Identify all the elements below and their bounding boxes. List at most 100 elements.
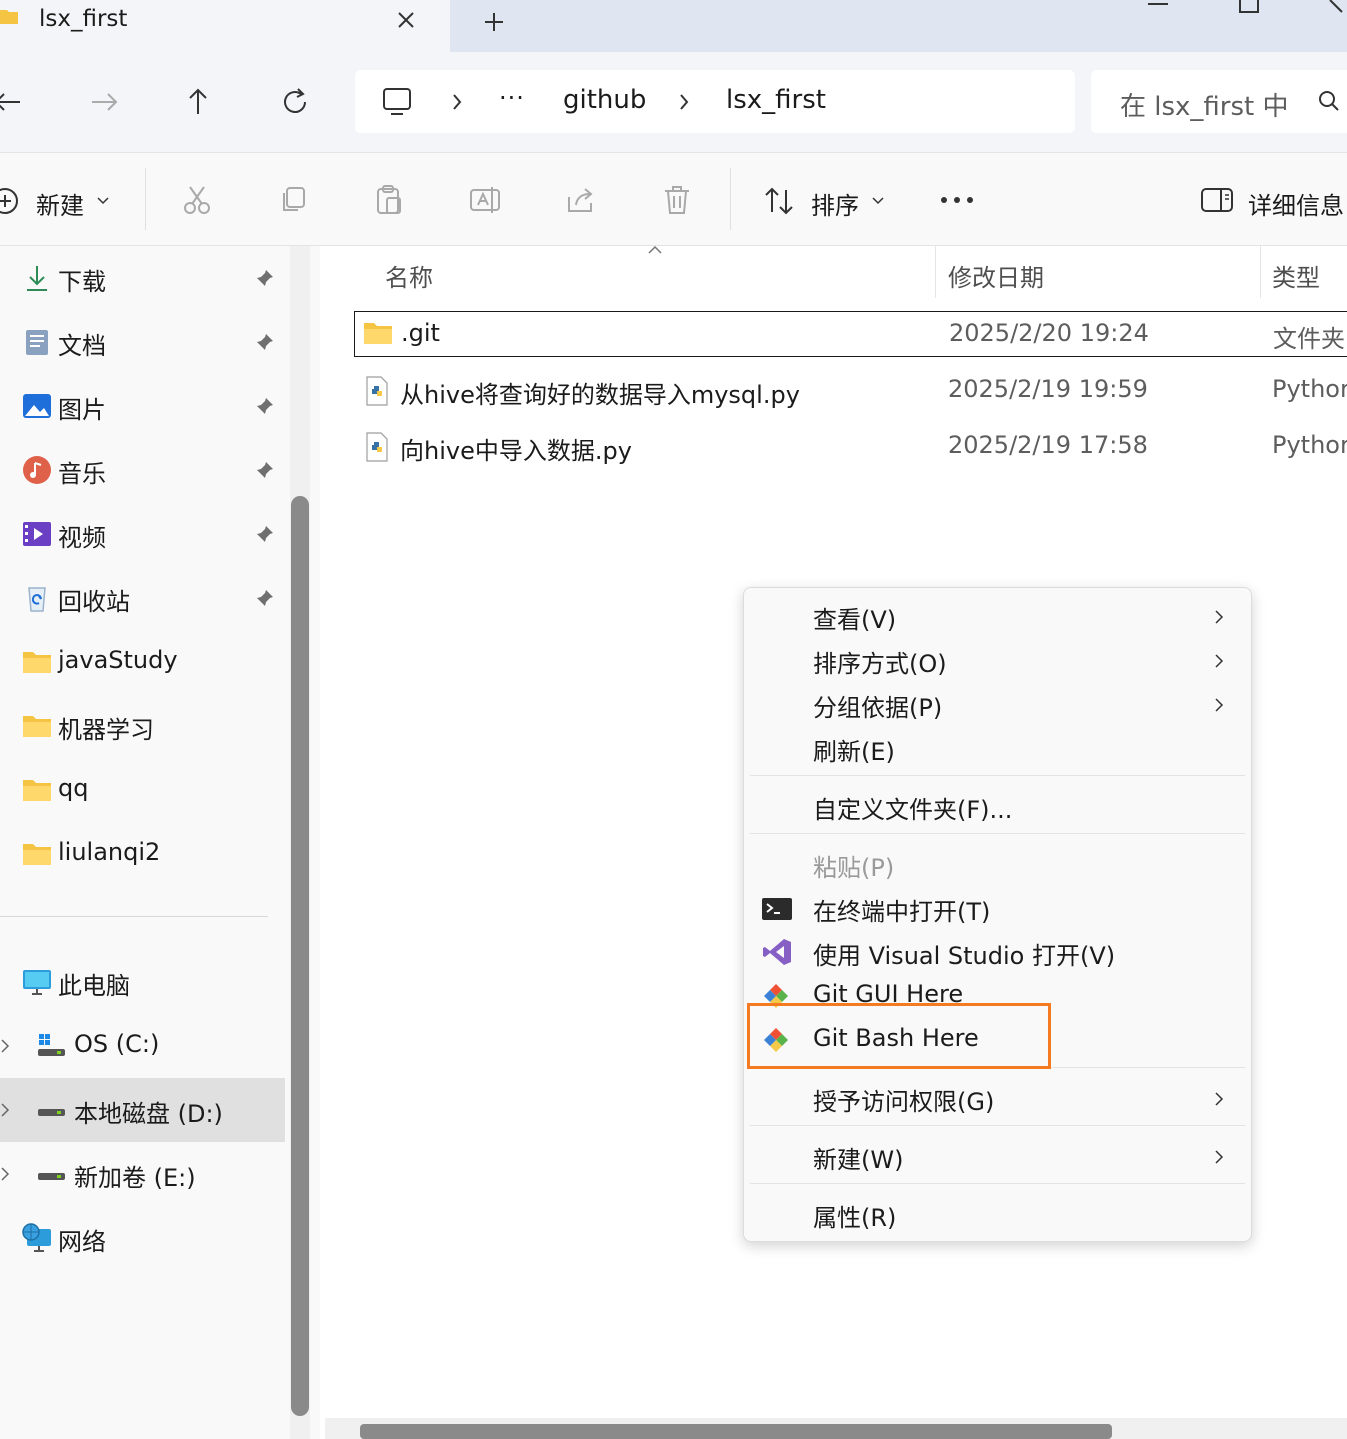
sidebar-item-liulanqi2[interactable]: liulanqi2 (0, 822, 285, 886)
sidebar-scrollbar-thumb[interactable] (291, 496, 309, 1416)
chevron-right-icon[interactable] (676, 92, 692, 112)
menu-item-label: 新建(W) (813, 1146, 904, 1174)
chevron-right-icon[interactable] (449, 92, 465, 112)
menu-item-label: 属性(R) (813, 1204, 897, 1232)
breadcrumb-github[interactable]: github (563, 85, 646, 115)
sidebar-item-label: 图片 (58, 396, 106, 424)
more-options-icon[interactable] (939, 192, 975, 208)
forward-arrow-icon[interactable] (86, 84, 122, 120)
menu-item-sort-by[interactable]: 排序方式(O) (744, 638, 1251, 682)
sidebar-item-qq[interactable]: qq (0, 758, 285, 822)
share-icon[interactable] (564, 183, 598, 217)
table-row[interactable]: 从hive将查询好的数据导入mysql.py 2025/2/19 19:59 P… (354, 368, 1347, 414)
breadcrumb-overflow[interactable]: ··· (499, 84, 525, 112)
sidebar-item-label: 文档 (58, 332, 106, 360)
sidebar-item-drive-e[interactable]: 新加卷 (E:) (0, 1142, 285, 1206)
sidebar-item-label: 网络 (58, 1228, 106, 1256)
pin-icon[interactable] (255, 268, 275, 288)
music-icon (22, 455, 52, 485)
menu-item-label: 刷新(E) (813, 738, 895, 766)
maximize-icon[interactable] (1238, 0, 1260, 14)
chevron-right-icon[interactable] (0, 1166, 12, 1182)
menu-item-open-terminal[interactable]: 在终端中打开(T) (744, 886, 1251, 930)
highlight-annotation (747, 1003, 1051, 1069)
up-arrow-icon[interactable] (180, 84, 216, 120)
pin-icon[interactable] (255, 460, 275, 480)
download-icon (22, 263, 52, 293)
details-button[interactable]: 详细信息 (1248, 186, 1344, 221)
sidebar-item-recycle-bin[interactable]: 回收站 (0, 566, 285, 630)
sort-button[interactable]: 排序 (811, 186, 859, 221)
menu-item-group-by[interactable]: 分组依据(P) (744, 682, 1251, 726)
folder-icon (22, 647, 52, 677)
drive-icon (36, 1095, 66, 1125)
chevron-right-icon[interactable] (0, 1038, 12, 1054)
python-file-icon (362, 432, 392, 462)
pin-icon[interactable] (255, 396, 275, 416)
sidebar-item-videos[interactable]: 视频 (0, 502, 285, 566)
menu-separator (750, 1183, 1245, 1184)
sidebar-item-network[interactable]: 网络 (0, 1206, 285, 1270)
sidebar-item-javastudy[interactable]: javaStudy (0, 630, 285, 694)
file-date: 2025/2/20 19:24 (949, 319, 1149, 347)
menu-item-label: 粘贴(P) (813, 854, 895, 882)
copy-icon[interactable] (276, 183, 310, 217)
monitor-icon[interactable] (380, 85, 414, 119)
menu-item-view[interactable]: 查看(V) (744, 594, 1251, 638)
menu-item-give-access[interactable]: 授予访问权限(G) (744, 1076, 1251, 1120)
minimize-icon[interactable] (1146, 0, 1170, 8)
menu-item-open-visual-studio[interactable]: 使用 Visual Studio 打开(V) (744, 930, 1251, 974)
pin-icon[interactable] (255, 524, 275, 544)
sidebar-item-downloads[interactable]: 下载 (0, 246, 285, 310)
menu-item-customize-folder[interactable]: 自定义文件夹(F)... (744, 784, 1251, 828)
plus-circle-icon[interactable] (0, 186, 20, 216)
menu-item-label: 排序方式(O) (813, 650, 947, 678)
sidebar-item-pictures[interactable]: 图片 (0, 374, 285, 438)
search-icon[interactable] (1316, 88, 1342, 114)
new-tab-icon[interactable] (482, 10, 506, 34)
rename-icon[interactable] (468, 183, 502, 217)
menu-item-refresh[interactable]: 刷新(E) (744, 726, 1251, 770)
pin-icon[interactable] (255, 332, 275, 352)
folder-icon (363, 318, 393, 348)
refresh-icon[interactable] (277, 84, 313, 120)
menu-item-properties[interactable]: 属性(R) (744, 1192, 1251, 1236)
column-header-type[interactable]: 类型 (1272, 258, 1320, 293)
table-row[interactable]: 向hive中导入数据.py 2025/2/19 17:58 Pythor (354, 424, 1347, 470)
menu-item-new[interactable]: 新建(W) (744, 1134, 1251, 1178)
table-row[interactable]: .git 2025/2/20 19:24 文件夹 (354, 311, 1347, 357)
column-header-date[interactable]: 修改日期 (948, 258, 1044, 293)
column-divider[interactable] (935, 246, 936, 298)
new-button[interactable]: 新建 (36, 186, 84, 221)
menu-item-label: 使用 Visual Studio 打开(V) (813, 942, 1116, 970)
sidebar-item-label: 下载 (58, 268, 106, 296)
column-header-name[interactable]: 名称 (385, 258, 433, 293)
horizontal-scrollbar-thumb[interactable] (360, 1424, 1112, 1439)
column-divider[interactable] (1260, 246, 1261, 298)
chevron-down-icon[interactable] (870, 194, 886, 208)
videos-icon (22, 519, 52, 549)
menu-item-label: 自定义文件夹(F)... (813, 796, 1013, 824)
paste-icon[interactable] (372, 183, 406, 217)
cut-icon[interactable] (180, 183, 214, 217)
sidebar-item-ml[interactable]: 机器学习 (0, 694, 285, 758)
delete-icon[interactable] (660, 183, 694, 217)
sidebar-item-drive-c[interactable]: OS (C:) (0, 1014, 285, 1078)
close-icon[interactable] (394, 8, 418, 32)
pin-icon[interactable] (255, 588, 275, 608)
window-close-icon[interactable] (1328, 0, 1347, 14)
breadcrumb-current[interactable]: lsx_first (726, 85, 826, 115)
chevron-right-icon (1213, 1090, 1225, 1108)
menu-separator (750, 833, 1245, 834)
sidebar-item-documents[interactable]: 文档 (0, 310, 285, 374)
chevron-right-icon[interactable] (0, 1102, 12, 1118)
sidebar-item-music[interactable]: 音乐 (0, 438, 285, 502)
back-arrow-icon[interactable] (0, 84, 26, 120)
chevron-right-icon (1213, 696, 1225, 714)
details-pane-icon[interactable] (1200, 187, 1234, 215)
sidebar-item-this-pc[interactable]: 此电脑 (0, 950, 285, 1014)
chevron-down-icon[interactable] (95, 194, 111, 208)
sort-icon[interactable] (762, 184, 796, 218)
file-name: 从hive将查询好的数据导入mysql.py (400, 381, 800, 409)
sidebar-item-drive-d[interactable]: 本地磁盘 (D:) (0, 1078, 285, 1142)
